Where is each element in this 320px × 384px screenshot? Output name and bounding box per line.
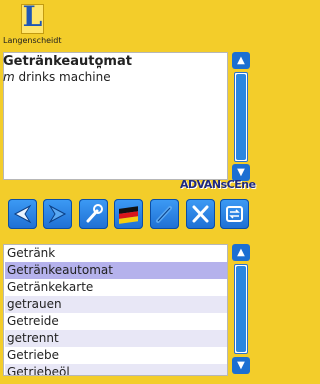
headword: Getränkeauto̪mat xyxy=(3,54,132,69)
list-scroll-up-button[interactable]: ▲ xyxy=(232,244,250,261)
list-scroll-track[interactable] xyxy=(234,264,248,354)
list-item[interactable]: Getriebeöl xyxy=(5,364,227,375)
entry-scroll-track[interactable] xyxy=(234,72,248,162)
list-item[interactable]: Getränkekarte xyxy=(5,279,227,296)
arrow-right-icon xyxy=(48,204,67,224)
word-list[interactable]: Getränk Getränkeautomat Getränkekarte ge… xyxy=(3,244,228,376)
clear-button[interactable] xyxy=(186,199,215,229)
part-of-speech: m xyxy=(3,70,15,84)
list-item[interactable]: getrauen xyxy=(5,296,227,313)
wrench-icon xyxy=(86,204,103,223)
list-item[interactable]: Getränk xyxy=(5,245,227,262)
list-item-selected[interactable]: Getränkeautomat xyxy=(5,262,227,279)
list-scroll-down-button[interactable]: ▼ xyxy=(232,357,250,374)
edit-button[interactable] xyxy=(150,199,179,229)
german-flag-icon xyxy=(119,206,138,224)
translation-line: m drinks machine xyxy=(3,70,111,84)
logo-letter: L xyxy=(22,0,43,33)
brand-name: Langenscheidt xyxy=(3,36,62,45)
list-item[interactable]: getrennt xyxy=(5,330,227,347)
translation-text: drinks machine xyxy=(18,70,111,84)
language-button[interactable] xyxy=(114,199,143,229)
entry-scroll-thumb[interactable] xyxy=(236,74,246,160)
swap-direction-button[interactable] xyxy=(220,199,249,229)
arrow-left-icon xyxy=(13,204,32,224)
pencil-icon xyxy=(156,206,172,223)
settings-button[interactable] xyxy=(79,199,108,229)
close-icon xyxy=(192,205,209,223)
watermark: ADVANsCEne xyxy=(180,178,256,191)
entry-scroll-up-button[interactable]: ▲ xyxy=(232,52,250,69)
back-button[interactable] xyxy=(8,199,37,229)
list-item[interactable]: Getriebe xyxy=(5,347,227,364)
list-item[interactable]: Getreide xyxy=(5,313,227,330)
list-scroll-thumb[interactable] xyxy=(236,266,246,352)
swap-icon xyxy=(226,206,243,222)
forward-button[interactable] xyxy=(43,199,72,229)
